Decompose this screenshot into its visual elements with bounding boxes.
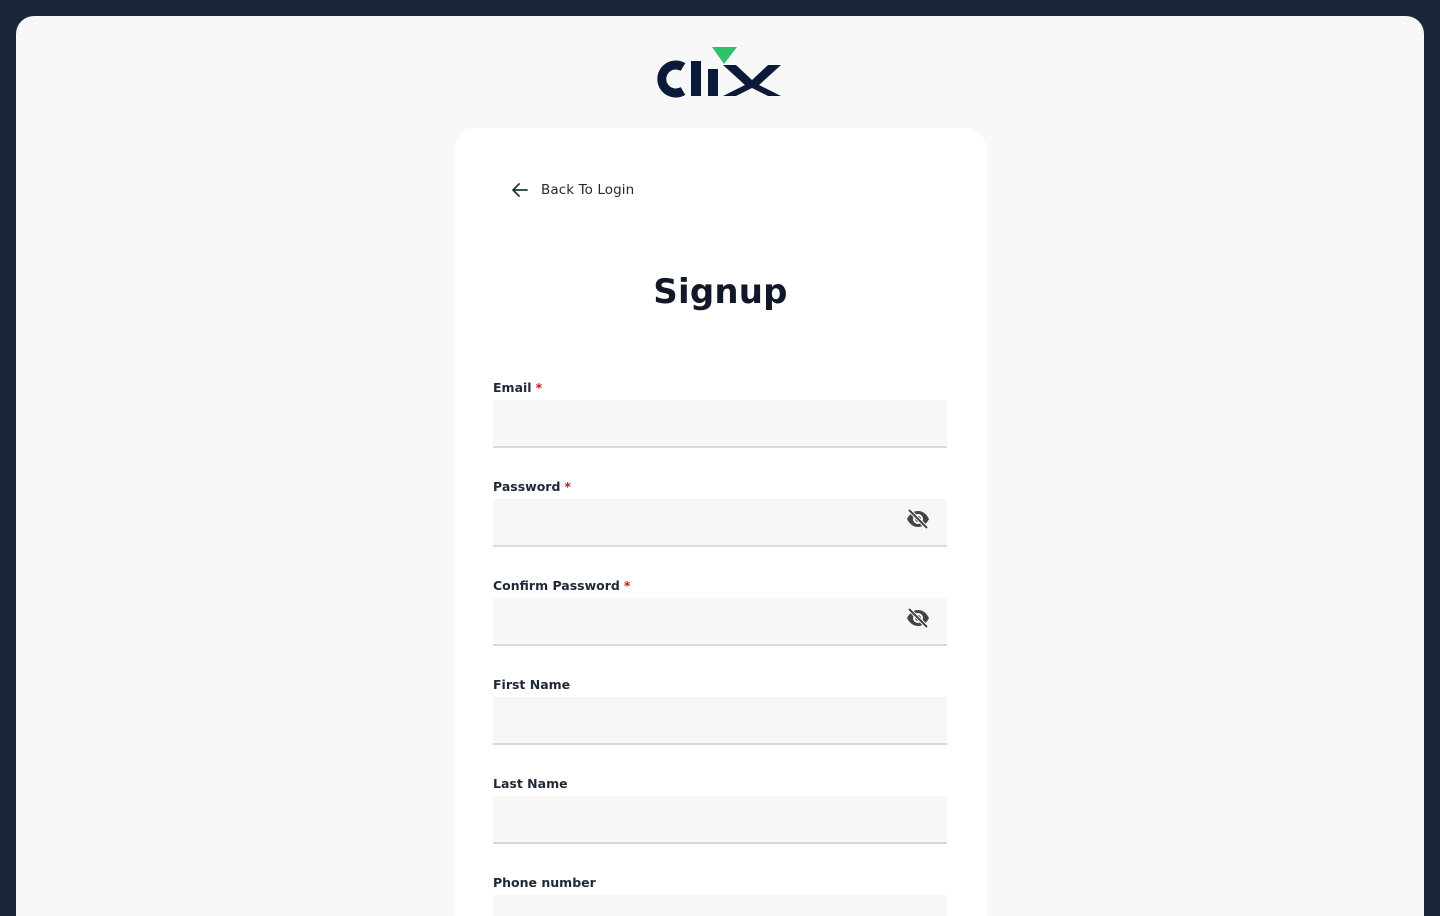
confirm-password-field-group: Confirm Password * <box>493 578 947 646</box>
password-input-wrap <box>493 499 947 547</box>
phone-number-input[interactable] <box>493 895 947 916</box>
page-frame: Back To Login Signup Email* Password* <box>16 16 1424 916</box>
first-name-input-wrap <box>493 697 947 745</box>
email-input[interactable] <box>493 400 947 446</box>
password-label: Password * <box>493 479 947 499</box>
email-field-group: Email * <box>493 380 947 448</box>
email-input-wrap <box>493 400 947 448</box>
first-name-input[interactable] <box>493 697 947 743</box>
last-name-input[interactable] <box>493 796 947 842</box>
password-label-text: Password <box>493 479 561 494</box>
last-name-input-wrap <box>493 796 947 844</box>
phone-number-label: Phone number <box>493 875 596 890</box>
required-marker: * <box>564 479 571 494</box>
last-name-label: Last Name <box>493 776 568 791</box>
back-to-login-link[interactable]: Back To Login <box>510 178 634 202</box>
required-marker: * <box>535 380 543 395</box>
first-name-label: First Name <box>493 677 571 692</box>
required-marker: * <box>623 578 631 593</box>
last-name-field-group: Last Name <box>493 776 947 844</box>
confirm-password-input[interactable] <box>493 598 947 644</box>
back-to-login-label: Back To Login <box>541 182 635 198</box>
confirm-password-label: Confirm Password * <box>493 578 947 598</box>
arrow-left-icon <box>510 180 530 200</box>
email-label-text: Email <box>493 380 532 395</box>
eye-off-icon[interactable] <box>905 507 931 531</box>
password-input[interactable] <box>493 499 947 545</box>
phone-number-field-group: Phone number <box>493 875 947 916</box>
confirm-password-label-text: Confirm Password <box>493 578 620 593</box>
signup-card: Back To Login Signup Email* Password* <box>454 128 987 916</box>
confirm-password-input-wrap <box>493 598 947 646</box>
phone-number-input-wrap <box>493 895 947 916</box>
email-label: Email * <box>493 380 947 400</box>
page-title: Signup <box>653 272 788 312</box>
clix-logo <box>657 47 781 98</box>
first-name-field-group: First Name <box>493 677 947 745</box>
eye-off-icon[interactable] <box>905 606 931 630</box>
password-field-group: Password * <box>493 479 947 547</box>
